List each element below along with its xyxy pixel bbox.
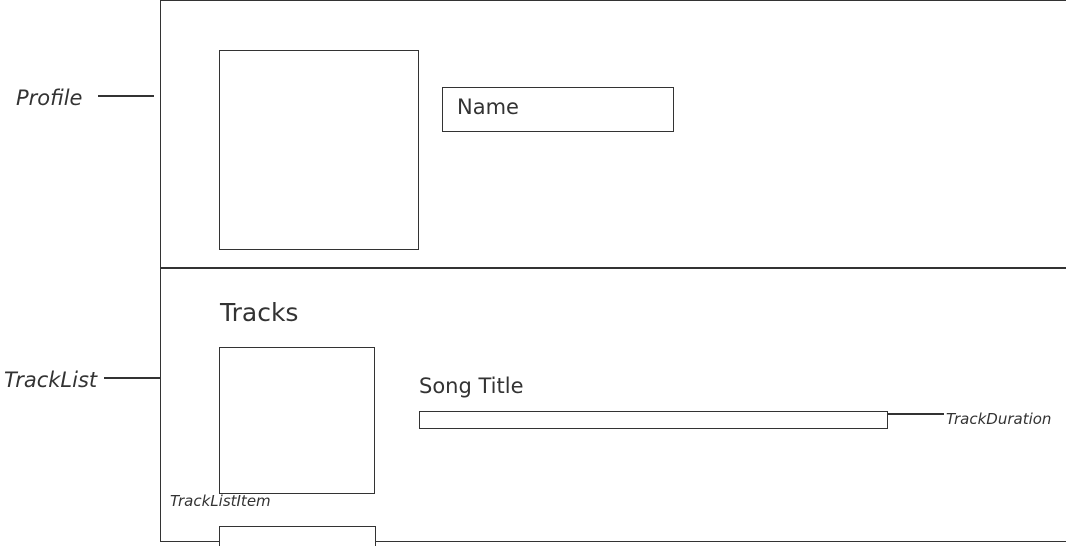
profile-name-field: Name xyxy=(442,87,674,132)
next-track-artwork-placeholder xyxy=(219,526,376,546)
tracks-heading: Tracks xyxy=(220,298,299,327)
section-divider xyxy=(160,267,1066,269)
track-list-connector xyxy=(104,377,160,379)
profile-annotation: Profile xyxy=(16,86,83,110)
track-duration-bar xyxy=(419,411,888,429)
track-list-annotation: TrackList xyxy=(4,368,98,392)
track-list-item-annotation: TrackListItem xyxy=(170,492,271,510)
profile-name-label: Name xyxy=(457,95,519,119)
track-duration-connector xyxy=(888,413,944,415)
track-artwork-placeholder xyxy=(219,347,375,494)
track-duration-annotation: TrackDuration xyxy=(946,410,1052,428)
profile-connector xyxy=(98,95,154,97)
song-title-label: Song Title xyxy=(419,374,524,398)
profile-image-placeholder xyxy=(219,50,419,250)
